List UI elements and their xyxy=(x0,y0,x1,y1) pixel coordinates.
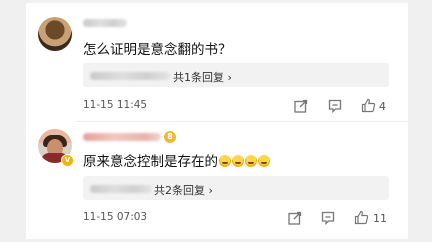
share-icon[interactable] xyxy=(294,99,308,113)
comment-icon[interactable] xyxy=(321,211,335,225)
username-redacted[interactable] xyxy=(83,133,161,141)
reply-author-redacted xyxy=(90,185,152,193)
verified-badge: V xyxy=(61,154,74,167)
share-icon[interactable] xyxy=(288,211,302,225)
chevron-right-icon: › xyxy=(208,184,213,197)
laugh-emoji-icon xyxy=(245,155,257,167)
comment-time: 11-15 07:03 xyxy=(83,211,148,223)
like-count: 11 xyxy=(373,212,387,225)
comment-text: 原来意念控制是存在的 xyxy=(83,150,270,170)
username-redacted[interactable] xyxy=(83,19,127,27)
like-count: 4 xyxy=(379,100,386,113)
chevron-right-icon: › xyxy=(227,71,232,84)
level-badge: 8 xyxy=(164,131,176,143)
comment-text: 怎么证明是意念翻的书？ xyxy=(83,42,232,58)
comment-list: 怎么证明是意念翻的书？ 共1条回复 › 11-15 11:45 4 V 8 原来… xyxy=(26,3,408,239)
comment-icon[interactable] xyxy=(328,99,342,113)
laugh-emoji-icon xyxy=(258,155,270,167)
like-icon[interactable] xyxy=(354,210,369,225)
laugh-emoji-icon xyxy=(232,155,244,167)
comment-time: 11-15 11:45 xyxy=(83,99,148,111)
reply-count[interactable]: 共2条回复 › xyxy=(154,182,213,198)
avatar[interactable] xyxy=(38,17,72,51)
laugh-emoji-icon xyxy=(219,155,231,167)
divider xyxy=(76,121,408,122)
like-icon[interactable] xyxy=(361,98,376,113)
reply-author-redacted xyxy=(90,72,170,80)
reply-count[interactable]: 共1条回复 › xyxy=(173,69,232,85)
